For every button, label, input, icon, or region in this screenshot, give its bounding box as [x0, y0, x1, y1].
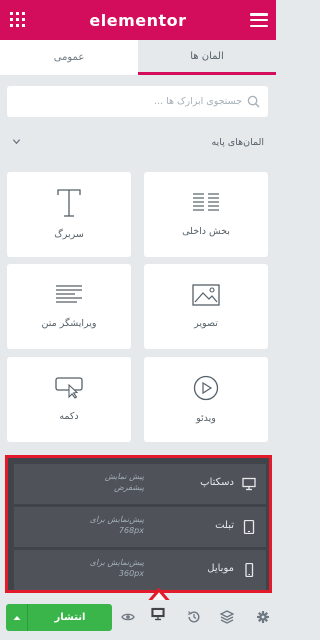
tab-general[interactable]: عمومی	[0, 40, 138, 75]
section-title: المان‌های پایه	[211, 137, 264, 148]
search-icon	[247, 95, 260, 108]
responsive-desktop[interactable]: دسکتاپ پیش نمایش پیشفرض	[14, 464, 266, 504]
apps-grid-icon[interactable]	[10, 12, 25, 27]
device-name: دسکتاپ	[200, 477, 234, 488]
widget-label: بخش داخلی	[182, 226, 230, 237]
device-description: پیش‌نمایش برای 360px	[89, 558, 144, 578]
widget-label: تصویر	[194, 318, 218, 329]
widget-label: ویدئو	[196, 413, 216, 424]
elementor-panel: elementor عمومی المان ها جستجوی ابزارک ه…	[0, 0, 276, 640]
widget-label: سربرگ	[54, 229, 84, 240]
caret-up-icon	[13, 615, 20, 620]
heading-icon	[57, 189, 81, 217]
chevron-down-icon[interactable]	[12, 137, 21, 146]
device-description: پیش‌نمایش برای 768px	[89, 515, 144, 535]
widget-button[interactable]: دکمه	[7, 357, 131, 442]
panel-header: elementor	[0, 0, 276, 40]
elementor-logo: elementor	[89, 10, 187, 30]
publish-button[interactable]: انتشار	[6, 604, 112, 631]
widget-heading[interactable]: سربرگ	[7, 172, 131, 257]
responsive-tablet[interactable]: تبلت پیش‌نمایش برای 768px	[14, 507, 266, 547]
publish-label: انتشار	[54, 612, 86, 623]
preview-icon[interactable]	[121, 610, 135, 624]
responsive-mobile[interactable]: موبایل پیش‌نمایش برای 360px	[14, 550, 266, 590]
search-placeholder: جستجوی ابزارک ها ...	[154, 96, 242, 107]
widget-text-editor[interactable]: ویرایشگر متن	[7, 264, 131, 349]
device-name: موبایل	[207, 563, 234, 574]
responsive-mode-popover: دسکتاپ پیش نمایش پیشفرض تبلت پیش‌نمایش ب…	[5, 455, 272, 593]
desktop-icon	[242, 477, 256, 491]
mobile-icon	[245, 563, 254, 577]
search-input[interactable]: جستجوی ابزارک ها ...	[7, 86, 268, 117]
responsive-mode-button[interactable]	[142, 600, 174, 640]
hamburger-menu-icon[interactable]	[250, 13, 268, 27]
device-description: پیش نمایش پیشفرض	[104, 472, 144, 492]
video-icon	[193, 375, 219, 401]
settings-icon[interactable]	[256, 610, 270, 624]
button-icon	[55, 377, 83, 399]
text-editor-icon	[56, 285, 82, 303]
panel-footer: انتشار	[0, 600, 276, 640]
history-icon[interactable]	[187, 610, 201, 624]
publish-options-dropdown[interactable]	[6, 604, 28, 631]
responsive-icon	[151, 607, 165, 621]
widget-image[interactable]: تصویر	[144, 264, 268, 349]
widget-inner-section[interactable]: بخش داخلی	[144, 172, 268, 257]
widget-label: ویرایشگر متن	[41, 318, 97, 329]
layers-icon[interactable]	[220, 610, 234, 624]
image-icon	[192, 284, 220, 306]
tab-elements[interactable]: المان ها	[138, 40, 276, 75]
tablet-icon	[243, 520, 255, 534]
panel-tabs: عمومی المان ها	[0, 40, 276, 75]
inner-section-icon	[193, 193, 219, 211]
widget-video[interactable]: ویدئو	[144, 357, 268, 442]
widget-label: دکمه	[59, 411, 79, 422]
device-name: تبلت	[215, 520, 234, 531]
